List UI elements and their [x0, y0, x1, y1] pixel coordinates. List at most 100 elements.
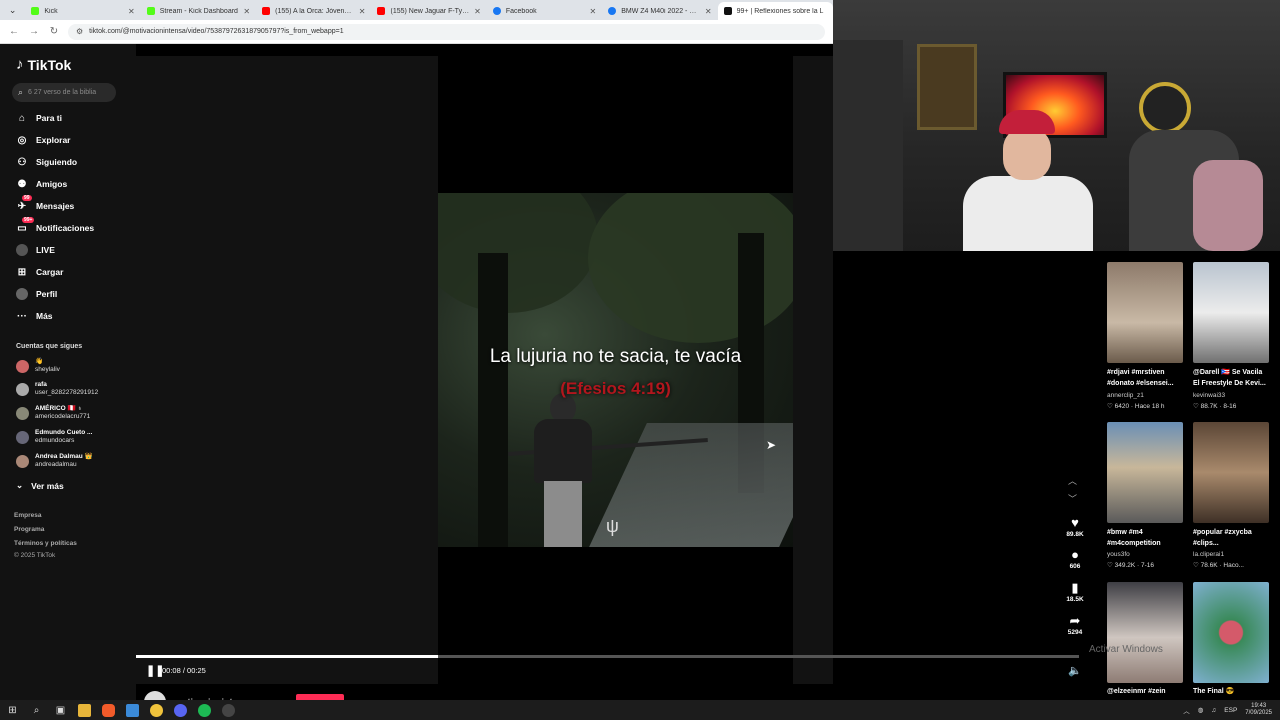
related-author[interactable]: la.cliperai1	[1193, 551, 1275, 558]
related-caption[interactable]: #m4competition	[1107, 538, 1189, 549]
network-icon[interactable]: ◍	[1198, 706, 1204, 714]
input-language[interactable]: ESP	[1224, 707, 1237, 714]
related-video-thumbnail[interactable]	[1107, 582, 1183, 683]
windows-taskbar: ⊞ ⌕ ▣	[0, 700, 1280, 720]
clock[interactable]: 19:43 7/09/2025	[1245, 703, 1272, 717]
store-icon[interactable]	[126, 703, 139, 717]
related-caption[interactable]: @Darell 🇵🇷 Se Vacila	[1193, 367, 1275, 378]
progress-fill	[136, 655, 438, 658]
file-explorer-icon[interactable]	[78, 703, 91, 717]
spotify-icon[interactable]	[198, 703, 211, 717]
reload-icon[interactable]: ↻	[48, 26, 60, 37]
previous-video-icon[interactable]: ︿	[1068, 474, 1077, 487]
related-author[interactable]: kevinwai33	[1193, 392, 1275, 399]
comment-button[interactable]: ● 606	[1063, 548, 1087, 571]
related-caption[interactable]: El Freestyle De Kevi...	[1193, 378, 1275, 389]
tiktok-logo[interactable]: ♪ TikTok	[16, 56, 71, 73]
nav-label: Más	[36, 311, 53, 321]
followed-account[interactable]: 👋 sheylaliv	[16, 358, 60, 374]
related-caption[interactable]: #donato #elsensei...	[1107, 378, 1189, 389]
nav-label: Cargar	[36, 267, 64, 277]
tab-list-button[interactable]: ⌄	[0, 0, 25, 20]
trident-icon: ψ	[606, 516, 619, 536]
nav-perfil[interactable]: Perfil	[16, 288, 57, 300]
related-video-thumbnail[interactable]	[1193, 262, 1269, 363]
search-input[interactable]: ⌕ 6 27 verso de la biblia	[12, 83, 116, 102]
see-more-button[interactable]: ⌄ Ver más	[16, 480, 64, 491]
close-tab-icon[interactable]: ✕	[243, 7, 250, 16]
related-author[interactable]: yous3fo	[1107, 551, 1189, 558]
site-info-icon[interactable]: ⚙	[76, 27, 83, 36]
related-author[interactable]: annerclip_z1	[1107, 392, 1189, 399]
like-button[interactable]: ♥ 89.8K	[1063, 516, 1087, 539]
next-video-icon[interactable]: ﹀	[1068, 492, 1077, 505]
nav-mensajes[interactable]: ✈ 99 Mensajes	[16, 195, 74, 212]
nav-explorar[interactable]: ◎ Explorar	[16, 134, 71, 146]
live-icon	[16, 244, 28, 256]
pink-chair	[1193, 160, 1263, 251]
task-view-icon[interactable]: ▣	[54, 704, 67, 717]
back-icon[interactable]: ←	[8, 26, 20, 37]
browser-tab[interactable]: (155) A la Orca: Jóvenes causa ✕	[256, 2, 371, 20]
avatar	[16, 406, 29, 420]
related-caption[interactable]: #clips...	[1193, 538, 1275, 549]
followed-account[interactable]: Edmundo Cueto ... edmundocars	[16, 429, 92, 445]
url-field[interactable]: ⚙ tiktok.com/@motivacionintensa/video/75…	[68, 23, 825, 40]
close-tab-icon[interactable]: ✕	[359, 7, 366, 16]
nav-cargar[interactable]: ⊞ Cargar	[16, 266, 64, 278]
footer-link-empresa[interactable]: Empresa	[14, 512, 41, 519]
related-video-thumbnail[interactable]	[1193, 582, 1269, 683]
related-caption[interactable]: @elzeeinmr #zein	[1107, 686, 1189, 697]
browser-tab[interactable]: (155) New Jaguar F-Type R (F) ✕	[371, 2, 486, 20]
related-caption[interactable]: #bmw #m4	[1107, 527, 1189, 538]
browser-tab[interactable]: Kick ✕	[25, 2, 140, 20]
discord-icon[interactable]	[174, 703, 187, 717]
windows-start-icon[interactable]: ⊞	[6, 704, 19, 717]
nav-mas[interactable]: ··· Más	[16, 310, 53, 322]
footer-link-terminos[interactable]: Términos y políticas	[14, 540, 77, 547]
tiktok-sidebar: ♪ TikTok ⌕ 6 27 verso de la biblia ⌂ Para t…	[0, 44, 136, 700]
related-caption[interactable]: #popular #zxycba	[1193, 527, 1275, 538]
related-video-thumbnail[interactable]	[1193, 422, 1269, 523]
followed-account[interactable]: rafa user_8282278291912	[16, 381, 98, 397]
share-button[interactable]: ➦ 5294	[1063, 614, 1087, 637]
close-tab-icon[interactable]: ✕	[705, 7, 712, 16]
followed-account[interactable]: Andrea Dalmau 👑 andreadalmau	[16, 453, 93, 469]
bookmark-button[interactable]: ▮ 18.5K	[1063, 581, 1087, 604]
related-video-thumbnail[interactable]	[1107, 262, 1183, 363]
browser-tab[interactable]: Stream - Kick Dashboard ✕	[141, 2, 256, 20]
close-tab-icon[interactable]: ✕	[128, 7, 135, 16]
close-tab-icon[interactable]: ✕	[590, 7, 597, 16]
tray-chevron-icon[interactable]: ︿	[1183, 705, 1190, 715]
volume-icon[interactable]: ♫	[1211, 707, 1216, 714]
related-caption[interactable]: The Final 😎	[1193, 686, 1275, 697]
search-icon[interactable]: ⌕	[30, 704, 43, 717]
obs-icon[interactable]	[222, 703, 235, 717]
video-frame[interactable]	[438, 193, 793, 547]
video-progress-bar[interactable]	[136, 655, 1079, 658]
account-username: sheylaliv	[35, 366, 60, 373]
nav-para-ti[interactable]: ⌂ Para ti	[16, 112, 62, 124]
related-caption[interactable]: #rdjavi #mrstiven	[1107, 367, 1189, 378]
close-tab-icon[interactable]: ✕	[474, 7, 481, 16]
related-video-thumbnail[interactable]	[1107, 422, 1183, 523]
kick-favicon-icon	[146, 7, 155, 15]
youtube-favicon-icon	[262, 7, 271, 15]
browser-tab[interactable]: Facebook ✕	[487, 2, 602, 20]
volume-icon[interactable]: 🔈	[1068, 664, 1082, 677]
account-username: andreadalmau	[35, 461, 77, 468]
forward-icon[interactable]: →	[28, 26, 40, 37]
browser-tab[interactable]: BMW Z4 M40i 2022 - Cars & Tr ✕	[602, 2, 717, 20]
footer-link-programa[interactable]: Programa	[14, 526, 44, 533]
nav-amigos[interactable]: ⚉ Amigos	[16, 178, 68, 190]
browser-tab-active[interactable]: 99+ | Reflexiones sobre la L	[717, 2, 833, 20]
chrome-icon[interactable]	[150, 703, 163, 717]
comment-count: 606	[1069, 563, 1081, 570]
nav-siguiendo[interactable]: ⚇ Siguiendo	[16, 156, 78, 168]
nav-notificaciones[interactable]: ▭ 99+ Notificaciones	[16, 217, 94, 234]
video-verse-reference: (Efesios 4:19)	[560, 379, 671, 398]
followed-account[interactable]: AMÉRICO 🇵🇪 ♁ americodelacru771	[16, 405, 90, 421]
nav-live[interactable]: LIVE	[16, 244, 55, 256]
brave-browser-icon[interactable]	[102, 703, 115, 717]
kick-favicon-icon	[31, 7, 40, 15]
